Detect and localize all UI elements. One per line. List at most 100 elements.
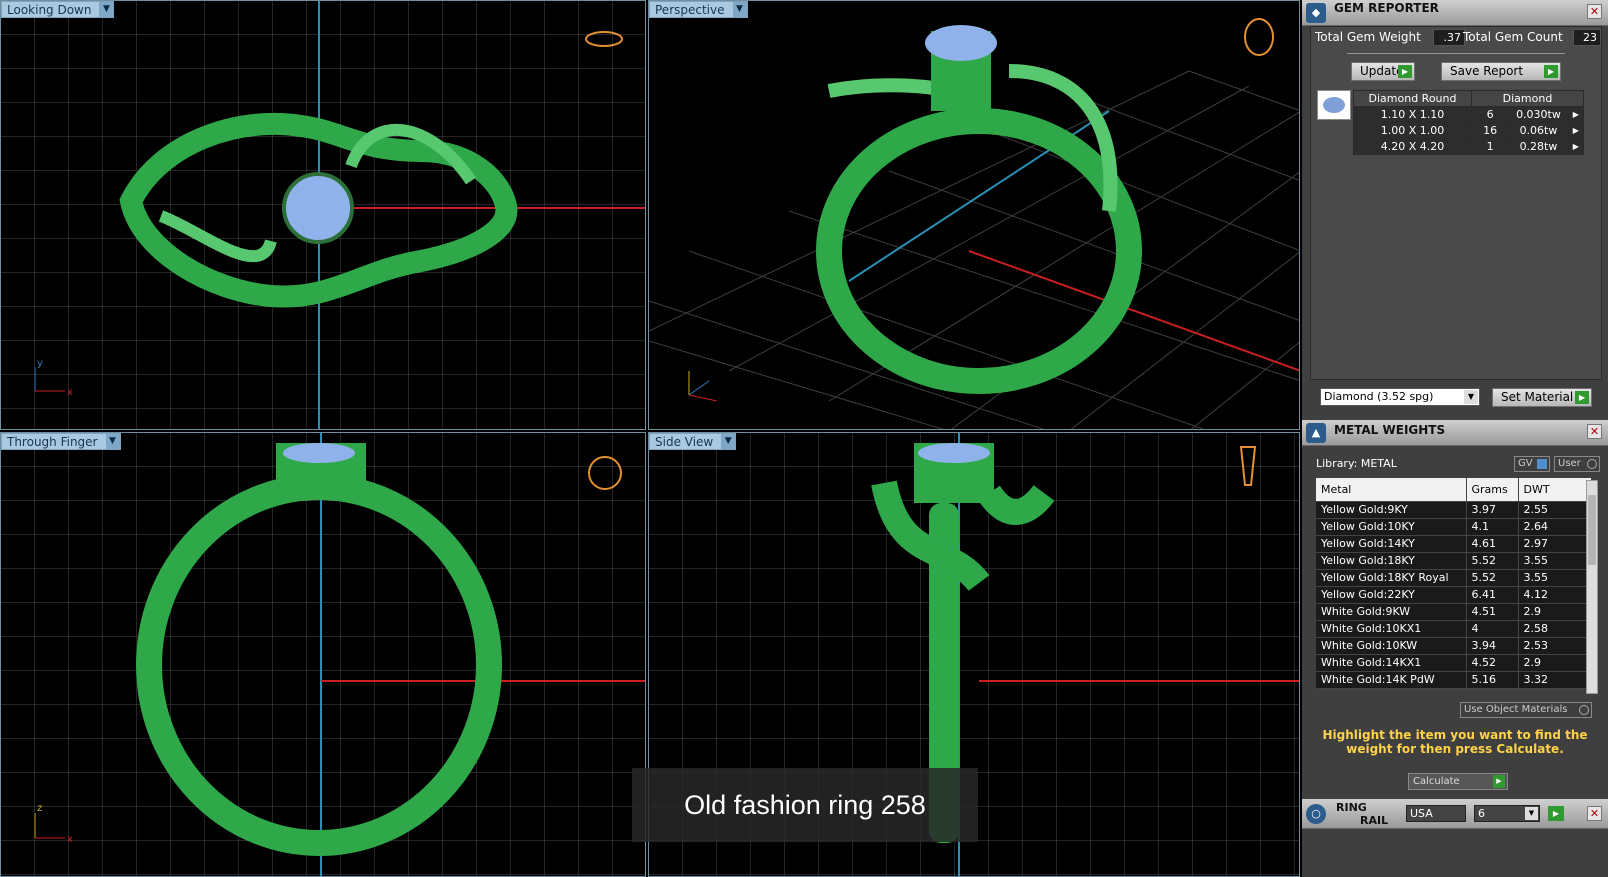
col-material: Diamond [1471,90,1584,107]
viewport-through-finger[interactable]: zx Through Finger ▼ [0,432,646,877]
play-icon[interactable]: ▶ [1567,106,1585,123]
save-report-label: Save Report [1450,64,1524,78]
viewport-looking-down[interactable]: yx Looking Down ▼ [0,0,646,430]
metal-row[interactable]: Yellow Gold:14KY 4.61 2.97 [1316,535,1592,553]
viewport-tab[interactable]: Through Finger ▼ [1,433,121,450]
chevron-down-icon: ▼ [1525,807,1538,820]
country-field[interactable]: USA [1406,805,1466,822]
update-label: Update [1360,64,1404,78]
close-icon[interactable]: ✕ [1587,424,1602,439]
metal-row[interactable]: White Gold:10KW 3.94 2.53 [1316,637,1592,655]
metal-grams: 5.52 [1466,552,1519,570]
svg-text:x: x [67,387,73,398]
metal-row[interactable]: White Gold:9KW 4.51 2.9 [1316,603,1592,621]
chevron-down-icon[interactable]: ▼ [721,434,736,449]
gem-size: 1.10 X 1.10 [1353,106,1472,123]
metal-row[interactable]: Yellow Gold:22KY 6.41 4.12 [1316,586,1592,604]
play-icon: ▶ [1575,391,1589,404]
svg-text:z: z [37,803,42,814]
calculate-label: Calculate [1413,776,1460,787]
chevron-down-icon[interactable]: ▼ [105,434,120,449]
scroll-thumb[interactable] [1588,495,1596,565]
play-icon[interactable]: ▶ [1567,138,1585,155]
play-icon[interactable]: ▶ [1567,122,1585,139]
material-select[interactable]: Diamond (3.52 spg) ▼ [1320,388,1480,406]
library-label: Library: METAL [1316,457,1397,470]
col-shape: Diamond Round [1353,90,1472,107]
viewport-tab[interactable]: Perspective ▼ [649,1,748,18]
metal-name: Yellow Gold:10KY [1316,518,1467,536]
metal-name: White Gold:14KX1 [1316,654,1467,672]
calculate-button[interactable]: Calculate ▶ [1408,773,1508,790]
metal-grams: 4.52 [1466,654,1519,672]
viewport-label: Side View [655,435,714,449]
metal-row[interactable]: White Gold:14KX1 4.52 2.9 [1316,654,1592,672]
calculate-hint: Highlight the item you want to find the … [1322,728,1588,756]
gem-table: Diamond Round Diamond 1.10 X 1.10 6 0.03… [1353,90,1585,155]
axis-indicator [688,371,718,402]
total-gem-count-label: Total Gem Count [1463,30,1563,44]
material-select-value: Diamond (3.52 spg) [1324,390,1434,403]
gem-row[interactable]: 1.00 X 1.00 16 0.06tw ▶ [1353,122,1585,139]
update-button[interactable]: Update ▶ [1351,62,1415,81]
metal-dwt: 2.9 [1518,603,1592,621]
metal-row[interactable]: White Gold:14K PdW 5.16 3.32 [1316,671,1592,689]
metal-row[interactable]: Yellow Gold:18KY Royal 5.52 3.55 [1316,569,1592,587]
metal-dwt: 2.9 [1518,654,1592,672]
viewport-label: Perspective [655,3,725,17]
metal-weights-icon: ▲ [1306,423,1326,443]
close-icon[interactable]: ✕ [1587,4,1602,19]
chevron-down-icon[interactable]: ▼ [732,2,747,17]
ring-rail-title: RING RAIL [1336,801,1388,827]
metal-row[interactable]: Yellow Gold:10KY 4.1 2.64 [1316,518,1592,536]
ring-rail-icon: ○ [1306,804,1326,824]
gem-weight: 0.06tw [1508,122,1569,139]
ring-rail-title-2: RAIL [1360,814,1389,827]
size-select[interactable]: 6 ▼ [1474,805,1540,822]
metal-row[interactable]: Yellow Gold:18KY 5.52 3.55 [1316,552,1592,570]
gem-reporter-title: GEM REPORTER [1334,1,1439,15]
svg-text:y: y [37,358,43,369]
close-icon[interactable]: ✕ [1587,806,1602,821]
play-icon: ▶ [1398,65,1412,78]
ring-rail-header: ○ RING RAIL USA 6 ▼ ▶ ✕ [1302,799,1608,829]
size-value: 6 [1478,807,1485,820]
gem-row[interactable]: 1.10 X 1.10 6 0.030tw ▶ [1353,106,1585,123]
metal-row[interactable]: White Gold:10KX1 4 2.58 [1316,620,1592,638]
viewport-tab[interactable]: Looking Down ▼ [1,1,115,18]
ring-rail-title-1: RING [1336,801,1367,814]
gv-toggle[interactable]: GV [1514,456,1550,472]
chevron-down-icon[interactable]: ▼ [99,2,114,17]
viewport-tab[interactable]: Side View ▼ [649,433,737,450]
gem-row[interactable]: 4.20 X 4.20 1 0.28tw ▶ [1353,138,1585,155]
viewport-perspective[interactable]: Perspective ▼ [648,0,1300,430]
grid: zx [1,433,645,876]
play-icon[interactable]: ▶ [1548,806,1564,821]
gem-thumbnail-icon [1317,90,1351,120]
user-toggle[interactable]: User [1554,456,1600,472]
gem-weight: 0.28tw [1508,138,1569,155]
metal-name: Yellow Gold:18KY Royal [1316,569,1467,587]
metal-grams: 5.52 [1466,569,1519,587]
metal-name: White Gold:10KX1 [1316,620,1467,638]
metal-table-scrollbar[interactable] [1586,480,1598,694]
gem-size: 1.00 X 1.00 [1353,122,1472,139]
set-material-label: Set Material [1501,390,1574,404]
metal-row[interactable]: Yellow Gold:9KY 3.97 2.55 [1316,501,1592,519]
play-icon: ▶ [1544,65,1558,78]
grid: yx [1,1,645,429]
metal-name: White Gold:14K PdW [1316,671,1467,689]
use-object-materials-toggle[interactable]: Use Object Materials [1460,702,1592,718]
set-material-button[interactable]: Set Material ▶ [1492,388,1592,407]
total-gem-count-field: 23 [1573,29,1601,46]
save-report-button[interactable]: Save Report ▶ [1441,62,1561,81]
ring-perspective-view [816,25,1142,394]
metal-weights-header: ▲ METAL WEIGHTS ✕ [1302,420,1608,446]
col-grams: Grams [1466,478,1519,502]
col-dwt: DWT [1518,478,1592,502]
gem-count: 1 [1470,138,1510,155]
metal-grams: 5.16 [1466,671,1519,689]
metal-grams: 6.41 [1466,586,1519,604]
metal-weights-title: METAL WEIGHTS [1334,423,1446,437]
splitter-handle[interactable] [1347,53,1565,54]
